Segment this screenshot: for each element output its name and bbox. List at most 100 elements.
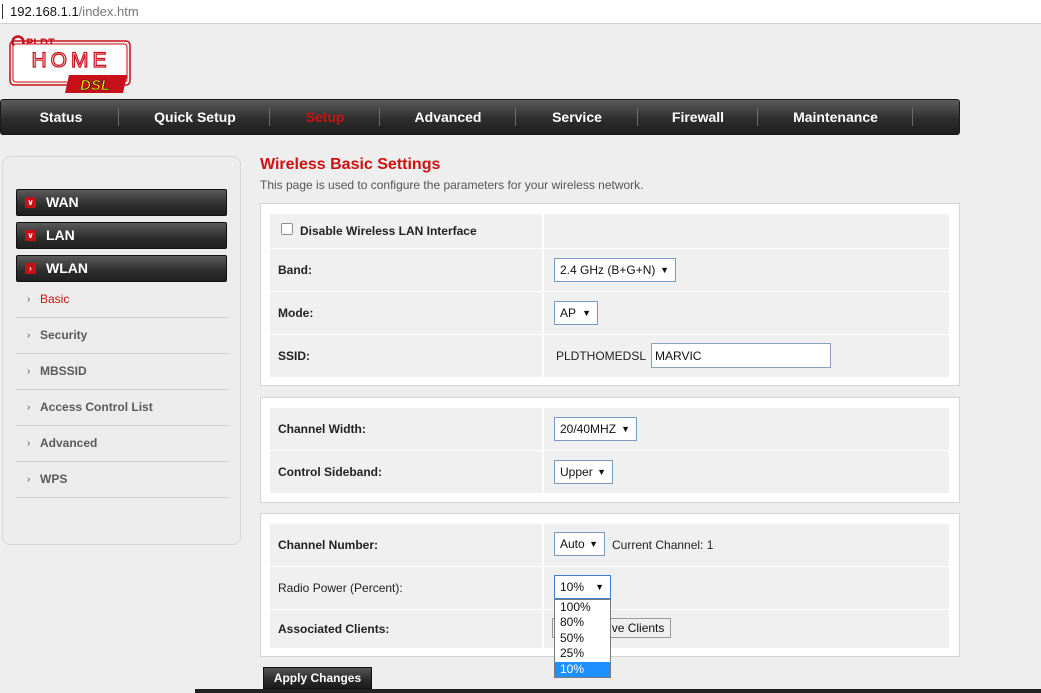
radio-power-option-100[interactable]: 100% bbox=[555, 600, 610, 615]
mode-select-value: AP bbox=[560, 306, 577, 320]
channel-width-label: Channel Width: bbox=[278, 422, 366, 436]
bullet-icon: › bbox=[27, 438, 31, 449]
chevron-down-icon: ∨ bbox=[25, 197, 36, 208]
sidebar-group-label: LAN bbox=[46, 227, 75, 243]
channel-width-label-cell: Channel Width: bbox=[270, 408, 542, 450]
text-cursor bbox=[2, 4, 3, 19]
control-sideband-select[interactable]: Upper ▼ bbox=[554, 460, 613, 484]
sidebar-group-label: WLAN bbox=[46, 260, 88, 276]
basic-settings-panel: Disable Wireless LAN Interface Band: 2.4… bbox=[260, 203, 960, 386]
mode-label: Mode: bbox=[278, 306, 314, 320]
triangle-down-icon: ▼ bbox=[621, 424, 630, 434]
ssid-value-cell: PLDTHOMEDSL bbox=[544, 335, 949, 377]
top-nav: Status Quick Setup Setup Advanced Servic… bbox=[0, 99, 960, 135]
triangle-down-icon: ▼ bbox=[660, 265, 669, 275]
mode-select[interactable]: AP ▼ bbox=[554, 301, 598, 325]
nav-maintenance[interactable]: Maintenance bbox=[758, 100, 913, 134]
ssid-label-cell: SSID: bbox=[270, 335, 542, 377]
ssid-label: SSID: bbox=[278, 349, 311, 363]
sidebar-item-security[interactable]: › Security bbox=[16, 318, 229, 354]
empty-cell bbox=[544, 214, 949, 248]
sidebar-item-label: Advanced bbox=[40, 436, 98, 450]
disable-wlan-row: Disable Wireless LAN Interface bbox=[270, 214, 542, 248]
radio-power-option-25[interactable]: 25% bbox=[555, 646, 610, 661]
radio-power-dropdown-list: 100% 80% 50% 25% 10% bbox=[554, 599, 611, 678]
band-value-cell: 2.4 GHz (B+G+N) ▼ bbox=[544, 249, 949, 291]
ssid-input[interactable] bbox=[651, 343, 831, 368]
window-bottom-edge bbox=[195, 689, 1041, 693]
band-label: Band: bbox=[278, 263, 312, 277]
sidebar-group-label: WAN bbox=[46, 194, 79, 210]
sidebar-item-label: MBSSID bbox=[40, 364, 87, 378]
channel-width-select-value: 20/40MHZ bbox=[560, 422, 617, 436]
band-select[interactable]: 2.4 GHz (B+G+N) ▼ bbox=[554, 258, 676, 282]
bullet-icon: › bbox=[27, 294, 31, 305]
channel-number-label-cell: Channel Number: bbox=[270, 524, 542, 566]
radio-power-option-80[interactable]: 80% bbox=[555, 615, 610, 630]
radio-power-select-value: 10% bbox=[560, 580, 585, 594]
radio-power-select[interactable]: 10% ▼ bbox=[554, 575, 611, 599]
band-label-cell: Band: bbox=[270, 249, 542, 291]
control-sideband-label-cell: Control Sideband: bbox=[270, 451, 542, 493]
channel-width-panel: Channel Width: 20/40MHZ ▼ Control Sideba… bbox=[260, 397, 960, 503]
sidebar-group-wlan[interactable]: › WLAN bbox=[16, 255, 227, 282]
sidebar-item-label: Basic bbox=[40, 292, 70, 306]
sidebar-group-lan[interactable]: ∨ LAN bbox=[16, 222, 227, 249]
radio-power-option-10[interactable]: 10% bbox=[555, 662, 610, 677]
radio-power-label: Radio Power (Percent): bbox=[278, 581, 403, 595]
sidebar-item-advanced[interactable]: › Advanced bbox=[16, 426, 229, 462]
page-title: Wireless Basic Settings bbox=[260, 156, 441, 173]
control-sideband-value-cell: Upper ▼ bbox=[544, 451, 949, 493]
control-sideband-select-value: Upper bbox=[560, 465, 593, 479]
sidebar-item-label: Access Control List bbox=[40, 400, 153, 414]
bullet-icon: › bbox=[27, 474, 31, 485]
associated-clients-label: Associated Clients: bbox=[278, 622, 390, 636]
nav-quick-setup[interactable]: Quick Setup bbox=[121, 100, 269, 134]
bullet-icon: › bbox=[27, 366, 31, 377]
channel-number-value-cell: Auto ▼ Current Channel: 1 bbox=[544, 524, 949, 566]
svg-text:DSL: DSL bbox=[80, 77, 110, 94]
channel-number-select-value: Auto bbox=[560, 537, 585, 551]
nav-advanced[interactable]: Advanced bbox=[380, 100, 516, 134]
radio-power-option-50[interactable]: 50% bbox=[555, 631, 610, 646]
sidebar-item-label: Security bbox=[40, 328, 88, 342]
nav-firewall[interactable]: Firewall bbox=[638, 100, 758, 134]
address-host: 192.168.1.1 bbox=[10, 4, 79, 19]
address-bar[interactable]: 192.168.1.1/index.htm bbox=[0, 0, 1041, 24]
nav-divider bbox=[912, 108, 913, 126]
apply-changes-button[interactable]: Apply Changes bbox=[263, 667, 372, 689]
ssid-prefix: PLDTHOMEDSL bbox=[556, 349, 647, 363]
triangle-down-icon: ▼ bbox=[589, 539, 598, 549]
sidebar-group-wan[interactable]: ∨ WAN bbox=[16, 189, 227, 216]
channel-width-value-cell: 20/40MHZ ▼ bbox=[544, 408, 949, 450]
nav-status[interactable]: Status bbox=[1, 100, 121, 134]
nav-divider bbox=[118, 108, 119, 126]
sidebar-item-access-control-list[interactable]: › Access Control List bbox=[16, 390, 229, 426]
address-text[interactable]: 192.168.1.1/index.htm bbox=[10, 4, 139, 19]
control-sideband-label: Control Sideband: bbox=[278, 465, 382, 479]
sidebar-item-mbssid[interactable]: › MBSSID bbox=[16, 354, 229, 390]
current-channel-text: Current Channel: 1 bbox=[612, 538, 714, 552]
svg-text:HOME: HOME bbox=[32, 49, 111, 72]
address-path: /index.htm bbox=[78, 4, 139, 19]
nav-setup[interactable]: Setup bbox=[270, 100, 380, 134]
chevron-right-icon: › bbox=[25, 263, 36, 274]
disable-wlan-checkbox[interactable] bbox=[281, 223, 293, 235]
pldt-home-dsl-logo: PLDT HOME DSL bbox=[9, 31, 133, 95]
bullet-icon: › bbox=[27, 330, 31, 341]
disable-wlan-label: Disable Wireless LAN Interface bbox=[300, 224, 477, 238]
sidebar-item-label: WPS bbox=[40, 472, 68, 486]
band-select-value: 2.4 GHz (B+G+N) bbox=[560, 263, 656, 277]
nav-service[interactable]: Service bbox=[516, 100, 638, 134]
channel-number-select[interactable]: Auto ▼ bbox=[554, 532, 605, 556]
sidebar-item-basic[interactable]: › Basic bbox=[16, 282, 229, 318]
associated-clients-label-cell: Associated Clients: bbox=[270, 610, 542, 648]
sidebar: ∨ WAN ∨ LAN › WLAN › Basic › Security › … bbox=[2, 156, 241, 545]
sidebar-item-wps[interactable]: › WPS bbox=[16, 462, 229, 498]
triangle-down-icon: ▼ bbox=[597, 467, 606, 477]
mode-value-cell: AP ▼ bbox=[544, 292, 949, 334]
bullet-icon: › bbox=[27, 402, 31, 413]
channel-width-select[interactable]: 20/40MHZ ▼ bbox=[554, 417, 637, 441]
chevron-down-icon: ∨ bbox=[25, 230, 36, 241]
page-description: This page is used to configure the param… bbox=[260, 178, 644, 192]
